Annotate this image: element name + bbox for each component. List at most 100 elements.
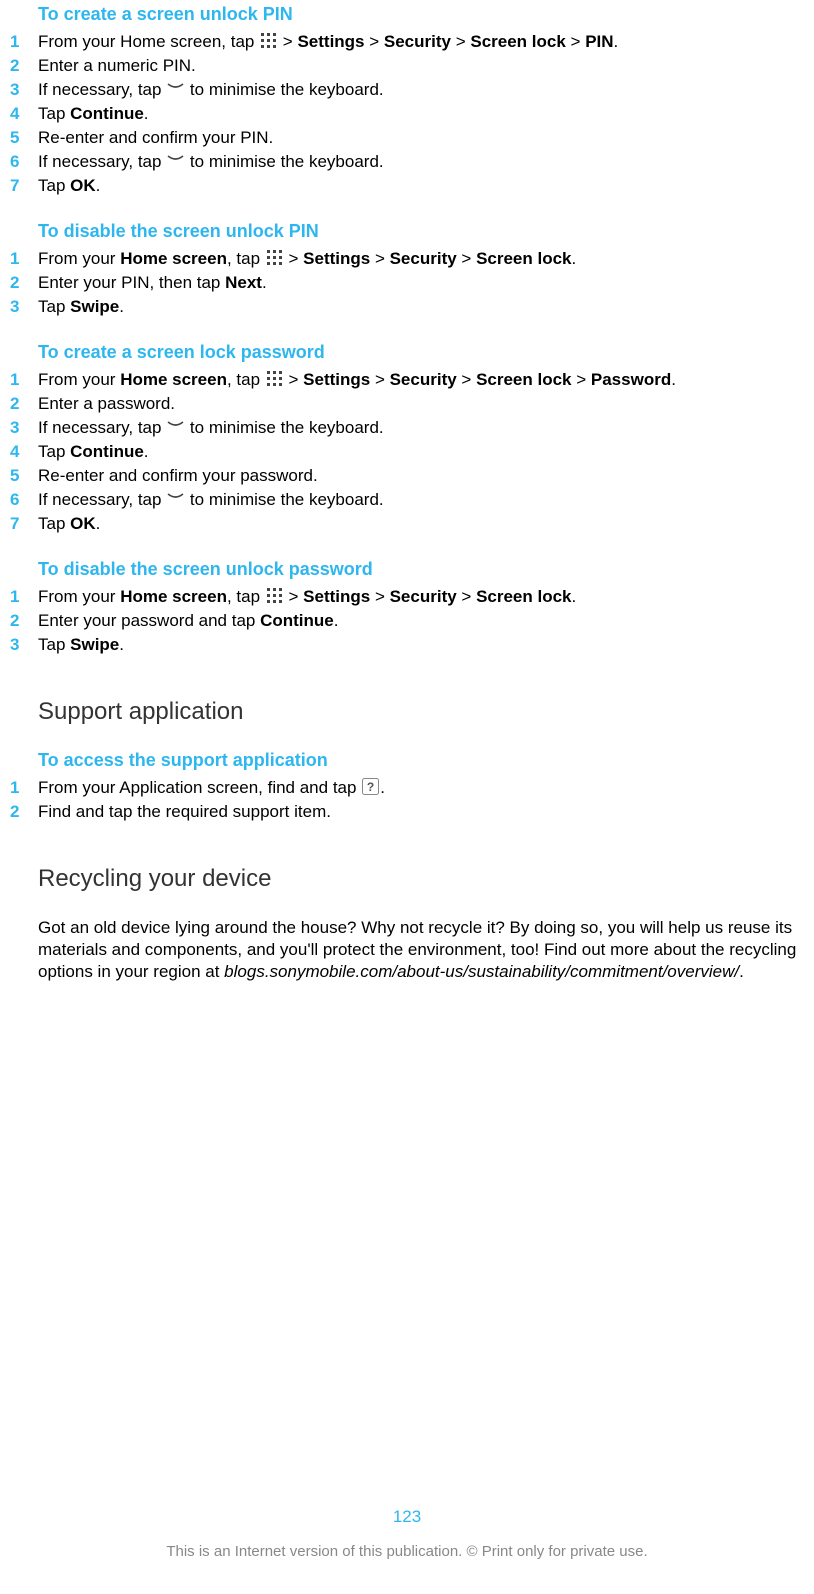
bold-term: Security (384, 32, 451, 51)
instruction-step: 3Tap Swipe. (10, 296, 814, 318)
section-heading: Recycling your device (38, 865, 814, 893)
instruction-step: 1From your Home screen, tap > Settings >… (10, 586, 814, 608)
copyright-note: This is an Internet version of this publ… (0, 1543, 814, 1560)
step-number: 7 (10, 175, 38, 197)
instruction-step: 1From your Home screen, tap > Settings >… (10, 248, 814, 270)
bold-term: Screen lock (470, 32, 565, 51)
bold-term: Home screen (120, 249, 227, 268)
step-number: 3 (10, 79, 38, 101)
step-text: From your Application screen, find and t… (38, 777, 814, 799)
instruction-step: 5Re-enter and confirm your password. (10, 465, 814, 487)
step-number: 6 (10, 151, 38, 173)
step-text: Tap OK. (38, 513, 814, 535)
step-text: Find and tap the required support item. (38, 801, 814, 823)
bold-term: Continue (70, 442, 144, 461)
step-text: Enter a numeric PIN. (38, 55, 814, 77)
instruction-step: 2Enter your password and tap Continue. (10, 610, 814, 632)
step-number: 3 (10, 634, 38, 656)
document-page: To create a screen unlock PIN1From your … (0, 4, 814, 1594)
step-number: 2 (10, 610, 38, 632)
step-text: Re-enter and confirm your password. (38, 465, 814, 487)
step-text: From your Home screen, tap > Settings > … (38, 31, 814, 53)
apps-grid-icon (266, 370, 283, 387)
step-number: 6 (10, 489, 38, 511)
apps-grid-icon (266, 587, 283, 604)
bold-term: Security (390, 249, 457, 268)
step-number: 7 (10, 513, 38, 535)
instruction-step: 2Enter your PIN, then tap Next. (10, 272, 814, 294)
bold-term: Security (390, 370, 457, 389)
instruction-step: 1From your Home screen, tap > Settings >… (10, 31, 814, 53)
bold-term: Settings (303, 249, 370, 268)
italic-link-text: blogs.sonymobile.com/about-us/sustainabi… (224, 962, 739, 981)
step-text: If necessary, tap to minimise the keyboa… (38, 79, 814, 101)
step-text: If necessary, tap to minimise the keyboa… (38, 151, 814, 173)
bold-term: Swipe (70, 635, 119, 654)
bold-term: PIN (585, 32, 613, 51)
bold-term: Continue (70, 104, 144, 123)
step-text: From your Home screen, tap > Settings > … (38, 369, 814, 391)
bold-term: OK (70, 514, 96, 533)
instruction-step: 6If necessary, tap to minimise the keybo… (10, 151, 814, 173)
instruction-step: 7Tap OK. (10, 175, 814, 197)
step-text: Tap Swipe. (38, 296, 814, 318)
instruction-step: 2Enter a numeric PIN. (10, 55, 814, 77)
bold-term: Settings (303, 370, 370, 389)
procedure-title: To disable the screen unlock PIN (38, 221, 814, 242)
bold-term: Password (591, 370, 671, 389)
step-number: 1 (10, 248, 38, 270)
step-text: Tap OK. (38, 175, 814, 197)
instruction-step: 2Enter a password. (10, 393, 814, 415)
instruction-step: 3If necessary, tap to minimise the keybo… (10, 79, 814, 101)
procedure-title: To create a screen lock password (38, 342, 814, 363)
step-number: 3 (10, 296, 38, 318)
step-number: 1 (10, 777, 38, 799)
step-number: 4 (10, 441, 38, 463)
step-number: 1 (10, 586, 38, 608)
bold-term: Screen lock (476, 249, 571, 268)
instruction-step: 3If necessary, tap to minimise the keybo… (10, 417, 814, 439)
step-number: 2 (10, 55, 38, 77)
step-number: 2 (10, 272, 38, 294)
instruction-step: 7Tap OK. (10, 513, 814, 535)
bold-term: Security (390, 587, 457, 606)
bold-term: OK (70, 176, 96, 195)
chevron-down-icon (167, 152, 184, 169)
step-number: 1 (10, 369, 38, 391)
procedure-title: To create a screen unlock PIN (38, 4, 814, 25)
step-text: If necessary, tap to minimise the keyboa… (38, 489, 814, 511)
instruction-step: 1From your Home screen, tap > Settings >… (10, 369, 814, 391)
bold-term: Home screen (120, 370, 227, 389)
page-number: 123 (0, 1507, 814, 1527)
bold-term: Settings (297, 32, 364, 51)
step-number: 2 (10, 801, 38, 823)
instruction-step: 4Tap Continue. (10, 441, 814, 463)
step-number: 4 (10, 103, 38, 125)
step-number: 5 (10, 127, 38, 149)
instruction-step: 4Tap Continue. (10, 103, 814, 125)
step-text: Enter your password and tap Continue. (38, 610, 814, 632)
bold-term: Home screen (120, 587, 227, 606)
section-heading: Support application (38, 698, 814, 726)
step-text: From your Home screen, tap > Settings > … (38, 248, 814, 270)
step-text: Enter your PIN, then tap Next. (38, 272, 814, 294)
chevron-down-icon (167, 490, 184, 507)
step-number: 5 (10, 465, 38, 487)
bold-term: Next (225, 273, 262, 292)
instruction-step: 6If necessary, tap to minimise the keybo… (10, 489, 814, 511)
bold-term: Settings (303, 587, 370, 606)
instruction-step: 5Re-enter and confirm your PIN. (10, 127, 814, 149)
apps-grid-icon (266, 249, 283, 266)
page-footer: 123 This is an Internet version of this … (0, 1507, 814, 1560)
step-text: Tap Continue. (38, 441, 814, 463)
step-number: 1 (10, 31, 38, 53)
step-number: 3 (10, 417, 38, 439)
step-text: Tap Continue. (38, 103, 814, 125)
bold-term: Continue (260, 611, 334, 630)
support-question-icon (362, 778, 379, 795)
step-text: From your Home screen, tap > Settings > … (38, 586, 814, 608)
procedure-title: To disable the screen unlock password (38, 559, 814, 580)
instruction-step: 1From your Application screen, find and … (10, 777, 814, 799)
step-text: Enter a password. (38, 393, 814, 415)
apps-grid-icon (260, 32, 277, 49)
